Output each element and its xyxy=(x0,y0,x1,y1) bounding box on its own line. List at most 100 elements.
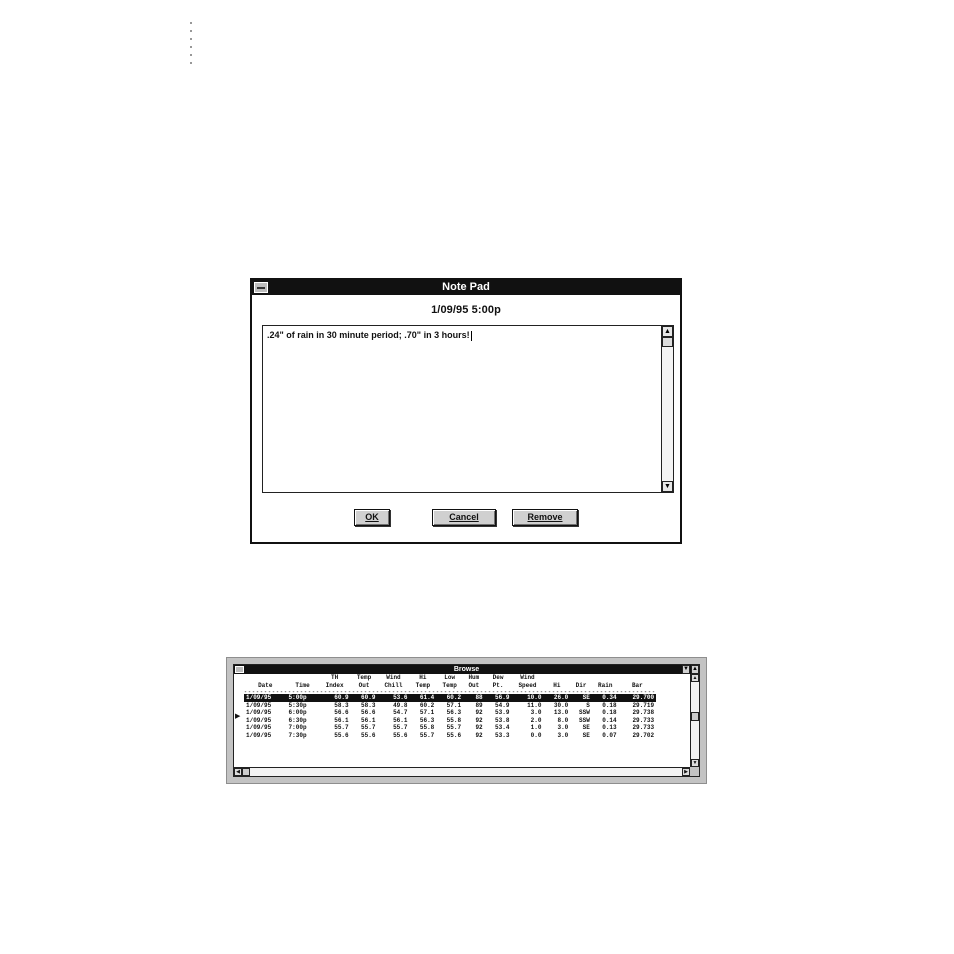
table-cell: 8.0 xyxy=(557,716,569,724)
column-header[interactable]: Hi xyxy=(409,674,436,682)
column-header[interactable]: Wind xyxy=(377,674,409,682)
note-text-area[interactable]: .24" of rain in 30 minute period; .70" i… xyxy=(262,325,674,493)
table-cell: 1/09/95 xyxy=(246,701,272,709)
table-cell: 1.0 xyxy=(530,724,542,731)
table-row[interactable]: 1/09/95 5:30p 58.3 58.3 49.8 60.2 57.1 89 54.9 11… xyxy=(244,702,656,710)
table-cell: 58.3 xyxy=(334,701,349,709)
scroll-thumb[interactable] xyxy=(662,337,673,347)
table-row[interactable]: 1/09/95 7:00p 55.7 55.7 55.7 55.8 55.7 92 53.4 1.… xyxy=(244,724,656,732)
table-row[interactable]: 1/09/95 5:00p 60.9 60.9 53.6 61.4 60.2 88 56.9 10… xyxy=(244,694,657,702)
table-cell: SE xyxy=(570,694,592,702)
column-header[interactable]: TH xyxy=(319,674,351,682)
current-record-icon: ▶ xyxy=(235,713,241,720)
weather-data-table: TH Temp Wind Hi Low Hum Dew Wind Date Time Index Ou… xyxy=(244,674,657,740)
note-date-time: 1/09/95 5:00p xyxy=(431,304,501,316)
remove-button[interactable]: Remove xyxy=(512,509,578,526)
table-cell: 3.0 xyxy=(557,731,569,739)
table-cell: 5:00p xyxy=(286,694,319,702)
table-cell: 92 xyxy=(475,731,483,739)
table-cell: 1/09/95 xyxy=(246,709,272,716)
table-row[interactable]: 1/09/95 6:30p 56.1 56.1 56.1 56.3 55.8 92 53.8 2.… xyxy=(244,717,656,725)
scroll-up-arrow-icon[interactable]: ▲ xyxy=(662,326,673,337)
table-cell: 54.7 xyxy=(393,709,408,716)
table-cell: 61.4 xyxy=(409,694,437,702)
column-header[interactable]: Low xyxy=(436,674,463,682)
table-cell: 56.6 xyxy=(361,709,376,716)
table-cell: 3.0 xyxy=(530,709,542,716)
table-cell: 55.6 xyxy=(393,731,408,739)
column-header[interactable] xyxy=(570,674,592,682)
table-cell: 89 xyxy=(475,701,483,709)
column-header[interactable] xyxy=(619,674,656,682)
table-cell: 6:00p xyxy=(288,709,307,716)
note-pad-title: Note Pad xyxy=(442,281,490,293)
table-cell: SSW xyxy=(579,709,590,716)
table-cell: 57.1 xyxy=(446,701,462,709)
scroll-right-arrow-icon[interactable]: ▶ xyxy=(682,768,690,776)
browse-horizontal-scrollbar[interactable]: ◀ ▶ xyxy=(234,767,690,776)
table-cell: 53.4 xyxy=(495,724,510,731)
scroll-thumb[interactable] xyxy=(242,768,250,776)
table-header-row: TH Temp Wind Hi Low Hum Dew Wind xyxy=(244,674,656,682)
table-cell: 56.6 xyxy=(334,709,349,716)
table-cell: 29.702 xyxy=(632,731,655,739)
table-cell: 1/09/95 xyxy=(246,731,272,739)
table-cell: 57.1 xyxy=(419,709,435,716)
system-menu-icon[interactable] xyxy=(235,666,244,673)
minimize-icon[interactable]: ▼ xyxy=(682,665,690,674)
table-cell: 29.733 xyxy=(632,724,655,731)
column-header[interactable]: Temp xyxy=(351,674,378,682)
table-cell: 26.0 xyxy=(543,694,571,702)
column-header[interactable] xyxy=(244,674,287,682)
column-header[interactable] xyxy=(592,674,619,682)
scroll-down-arrow-icon[interactable]: ▼ xyxy=(691,759,699,767)
table-cell: 55.8 xyxy=(419,724,435,731)
table-cell: 53.6 xyxy=(377,694,410,702)
column-header[interactable]: Hum xyxy=(463,674,485,682)
table-cell: SE xyxy=(582,724,590,731)
table-cell: 56.3 xyxy=(419,716,435,724)
table-cell: 1/09/95 xyxy=(246,716,272,724)
system-menu-icon[interactable] xyxy=(254,282,268,293)
scroll-up-arrow-icon[interactable]: ▲ xyxy=(691,674,699,682)
table-cell: 1/09/95 xyxy=(246,724,272,731)
browse-title: Browse xyxy=(453,666,480,673)
table-cell: SE xyxy=(582,731,590,739)
table-cell: 10.0 xyxy=(511,694,544,702)
scroll-corner xyxy=(690,767,699,776)
column-header[interactable] xyxy=(543,674,570,682)
table-cell: 2.0 xyxy=(530,716,542,724)
scroll-down-arrow-icon[interactable]: ▼ xyxy=(662,481,673,492)
ok-button[interactable]: OK xyxy=(354,509,390,526)
table-cell: 92 xyxy=(475,716,483,724)
table-cell: S xyxy=(586,701,590,709)
table-row[interactable]: 1/09/95 7:30p 55.6 55.6 55.6 55.7 55.6 92 53.3 0.… xyxy=(244,732,656,740)
note-vertical-scrollbar[interactable]: ▲ ▼ xyxy=(661,326,673,492)
table-row[interactable]: 1/09/95 6:00p 56.6 56.6 54.7 57.1 56.3 92 53.9 3.… xyxy=(244,709,656,717)
table-cell: 58.3 xyxy=(361,701,376,709)
cancel-button[interactable]: Cancel xyxy=(432,509,496,526)
table-cell: 92 xyxy=(475,709,483,716)
table-cell: 29.719 xyxy=(632,701,655,709)
table-cell: 56.9 xyxy=(484,694,512,702)
table-cell: 0.18 xyxy=(602,709,617,716)
table-cell: 56.1 xyxy=(393,716,408,724)
table-cell: 88 xyxy=(463,694,485,702)
table-cell: 60.2 xyxy=(436,694,464,702)
browse-vertical-scrollbar[interactable]: ▲ ▼ xyxy=(690,674,699,767)
table-cell: 49.8 xyxy=(393,701,408,709)
note-pad-window: Note Pad 1/09/95 5:00p .24" of rain in 3… xyxy=(250,278,682,544)
maximize-icon[interactable]: ▲ xyxy=(691,665,699,674)
table-cell: 60.2 xyxy=(419,701,435,709)
column-header[interactable]: Wind xyxy=(511,674,543,682)
table-cell: 7:30p xyxy=(288,731,307,739)
scroll-thumb[interactable] xyxy=(691,712,699,721)
scroll-left-arrow-icon[interactable]: ◀ xyxy=(234,768,242,776)
table-cell: 55.6 xyxy=(446,731,462,739)
table-cell: 3.0 xyxy=(557,724,569,731)
table-cell: 29.733 xyxy=(632,716,655,724)
browse-window: Browse ▼ ▲ ▶ TH Temp Wind Hi Low Hum Dew Wind Da… xyxy=(233,664,700,777)
column-header[interactable] xyxy=(287,674,319,682)
table-cell: 60.9 xyxy=(318,694,351,702)
column-header[interactable]: Dew xyxy=(485,674,512,682)
